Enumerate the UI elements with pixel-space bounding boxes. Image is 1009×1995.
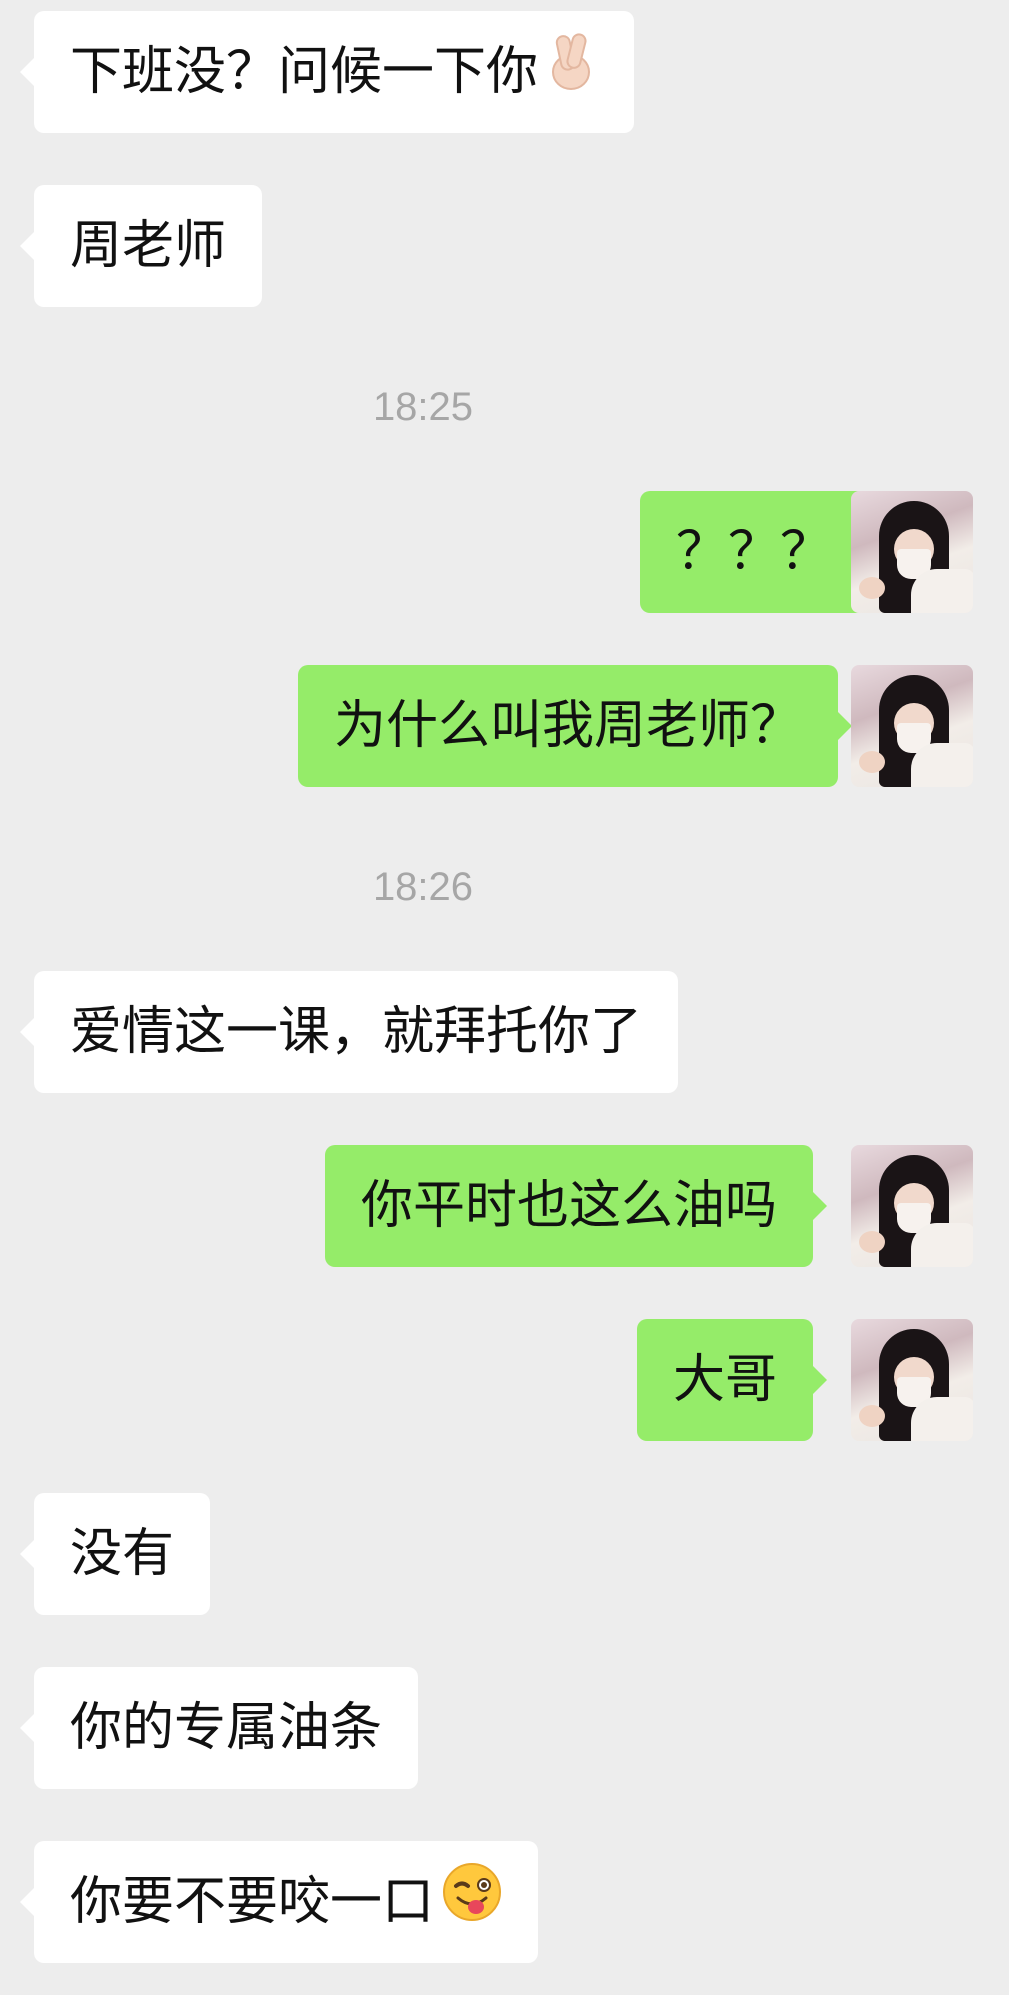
finger-heart-icon — [546, 14, 598, 136]
avatar[interactable] — [851, 491, 973, 613]
avatar[interactable] — [851, 665, 973, 787]
incoming-message-bubble[interactable]: 没有 — [19, 1493, 211, 1615]
timestamp: 18:26 — [372, 865, 474, 909]
message-text: 为什么叫我周老师？ — [334, 696, 803, 756]
avatar[interactable] — [851, 1319, 973, 1441]
incoming-message-bubble[interactable]: 爱情这一课，就拜托你了 — [19, 971, 679, 1093]
outgoing-message-bubble[interactable]: 大哥 — [637, 1319, 828, 1441]
message-text: 爱情这一课，就拜托你了 — [70, 1002, 643, 1062]
avatar[interactable] — [851, 1145, 973, 1267]
message-text: ？？？ — [676, 522, 833, 582]
message-text: 大哥 — [673, 1350, 778, 1410]
message-text: 你要不要咬一口 — [70, 1872, 435, 1932]
incoming-message-bubble[interactable]: 周老师 — [19, 185, 263, 307]
outgoing-message-bubble[interactable]: ？？？ — [640, 491, 883, 613]
message-text: 没有 — [70, 1524, 175, 1584]
message-text: 你平时也这么油吗 — [361, 1176, 778, 1236]
incoming-message-bubble[interactable]: 下班没？问候一下你 — [19, 11, 635, 136]
outgoing-message-bubble[interactable]: 你平时也这么油吗 — [325, 1145, 828, 1267]
message-text: 周老师 — [70, 216, 227, 276]
winking-tongue-face-icon — [442, 1844, 502, 1966]
message-text: 你的专属油条 — [70, 1698, 383, 1758]
outgoing-message-bubble[interactable]: 为什么叫我周老师？ — [298, 665, 853, 787]
incoming-message-bubble[interactable]: 你的专属油条 — [19, 1667, 419, 1789]
timestamp: 18:25 — [372, 385, 474, 429]
message-text: 下班没？问候一下你 — [70, 42, 539, 102]
incoming-message-bubble[interactable]: 你要不要咬一口 — [19, 1841, 539, 1966]
